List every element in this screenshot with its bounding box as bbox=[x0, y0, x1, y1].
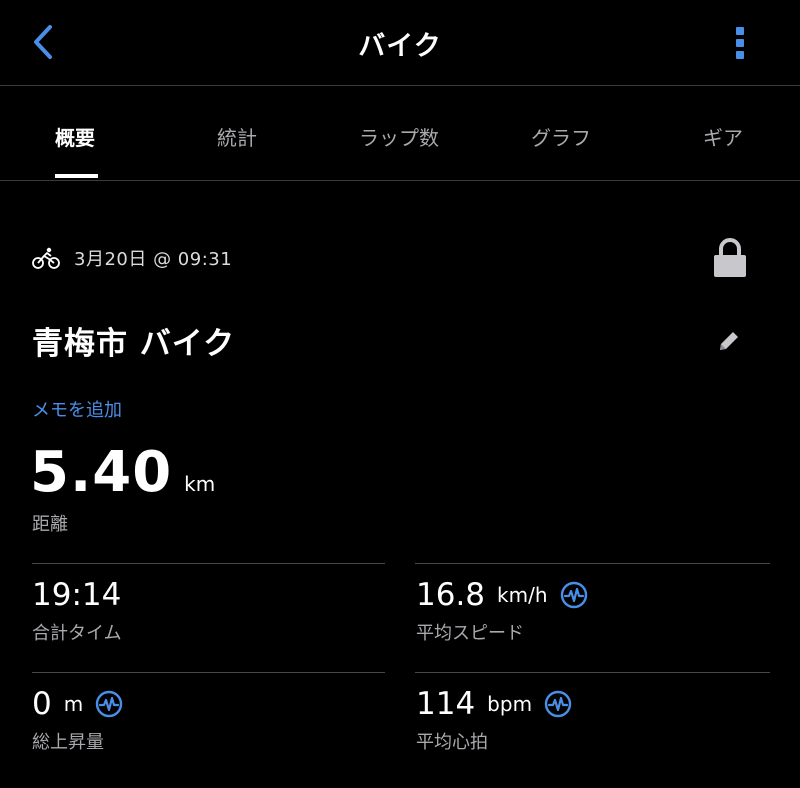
stat-avg-heart-rate[interactable]: 114 bpm 平均心拍 bbox=[416, 686, 572, 754]
tab-laps[interactable]: ラップ数 bbox=[359, 122, 439, 151]
stat-value: 16.8 bbox=[416, 577, 486, 613]
activity-date-time: 3月20日 @ 09:31 bbox=[74, 249, 233, 270]
divider bbox=[415, 563, 770, 564]
tab-stats[interactable]: 統計 bbox=[217, 122, 257, 151]
more-vertical-icon[interactable] bbox=[733, 27, 747, 63]
distance-value-row: 5.40 km bbox=[30, 440, 215, 505]
stat-label: 平均心拍 bbox=[416, 732, 488, 753]
page-title: バイク bbox=[358, 31, 442, 62]
bike-icon bbox=[32, 247, 60, 269]
stat-value: 114 bbox=[416, 686, 476, 722]
stat-unit: m bbox=[63, 692, 84, 716]
stat-label: 総上昇量 bbox=[32, 732, 104, 753]
distance-unit: km bbox=[184, 472, 216, 496]
pencil-icon[interactable] bbox=[716, 328, 742, 354]
activity-title: 青梅市 バイク bbox=[32, 326, 236, 362]
active-tab-indicator bbox=[55, 174, 98, 178]
tab-gear[interactable]: ギア bbox=[703, 122, 743, 151]
activity-date-row: 3月20日 @ 09:31 bbox=[32, 244, 232, 272]
divider bbox=[415, 672, 770, 673]
distance-value: 5.40 bbox=[30, 440, 173, 505]
divider bbox=[32, 563, 385, 564]
heart-rate-icon[interactable] bbox=[544, 690, 572, 718]
tab-graph[interactable]: グラフ bbox=[531, 122, 591, 151]
stat-unit: km/h bbox=[497, 583, 548, 607]
add-memo-link[interactable]: メモを追加 bbox=[32, 396, 122, 422]
stat-unit: bpm bbox=[487, 692, 533, 716]
stat-value: 19:14 bbox=[32, 577, 122, 613]
top-bar: バイク bbox=[0, 0, 800, 86]
tab-bar: 概要 統計 ラップ数 グラフ ギア bbox=[0, 86, 800, 181]
stat-label: 合計タイム bbox=[32, 623, 122, 644]
heart-rate-icon[interactable] bbox=[560, 581, 588, 609]
lock-icon[interactable] bbox=[712, 237, 748, 279]
stat-total-time: 19:14 合計タイム bbox=[32, 577, 122, 645]
divider bbox=[32, 672, 385, 673]
stat-value: 0 bbox=[32, 686, 52, 722]
stat-label: 平均スピード bbox=[416, 623, 524, 644]
heart-rate-icon[interactable] bbox=[95, 690, 123, 718]
stat-avg-speed[interactable]: 16.8 km/h 平均スピード bbox=[416, 577, 588, 645]
distance-label: 距離 bbox=[32, 514, 68, 535]
tab-overview[interactable]: 概要 bbox=[55, 122, 95, 151]
stat-elevation-gain[interactable]: 0 m 総上昇量 bbox=[32, 686, 123, 754]
